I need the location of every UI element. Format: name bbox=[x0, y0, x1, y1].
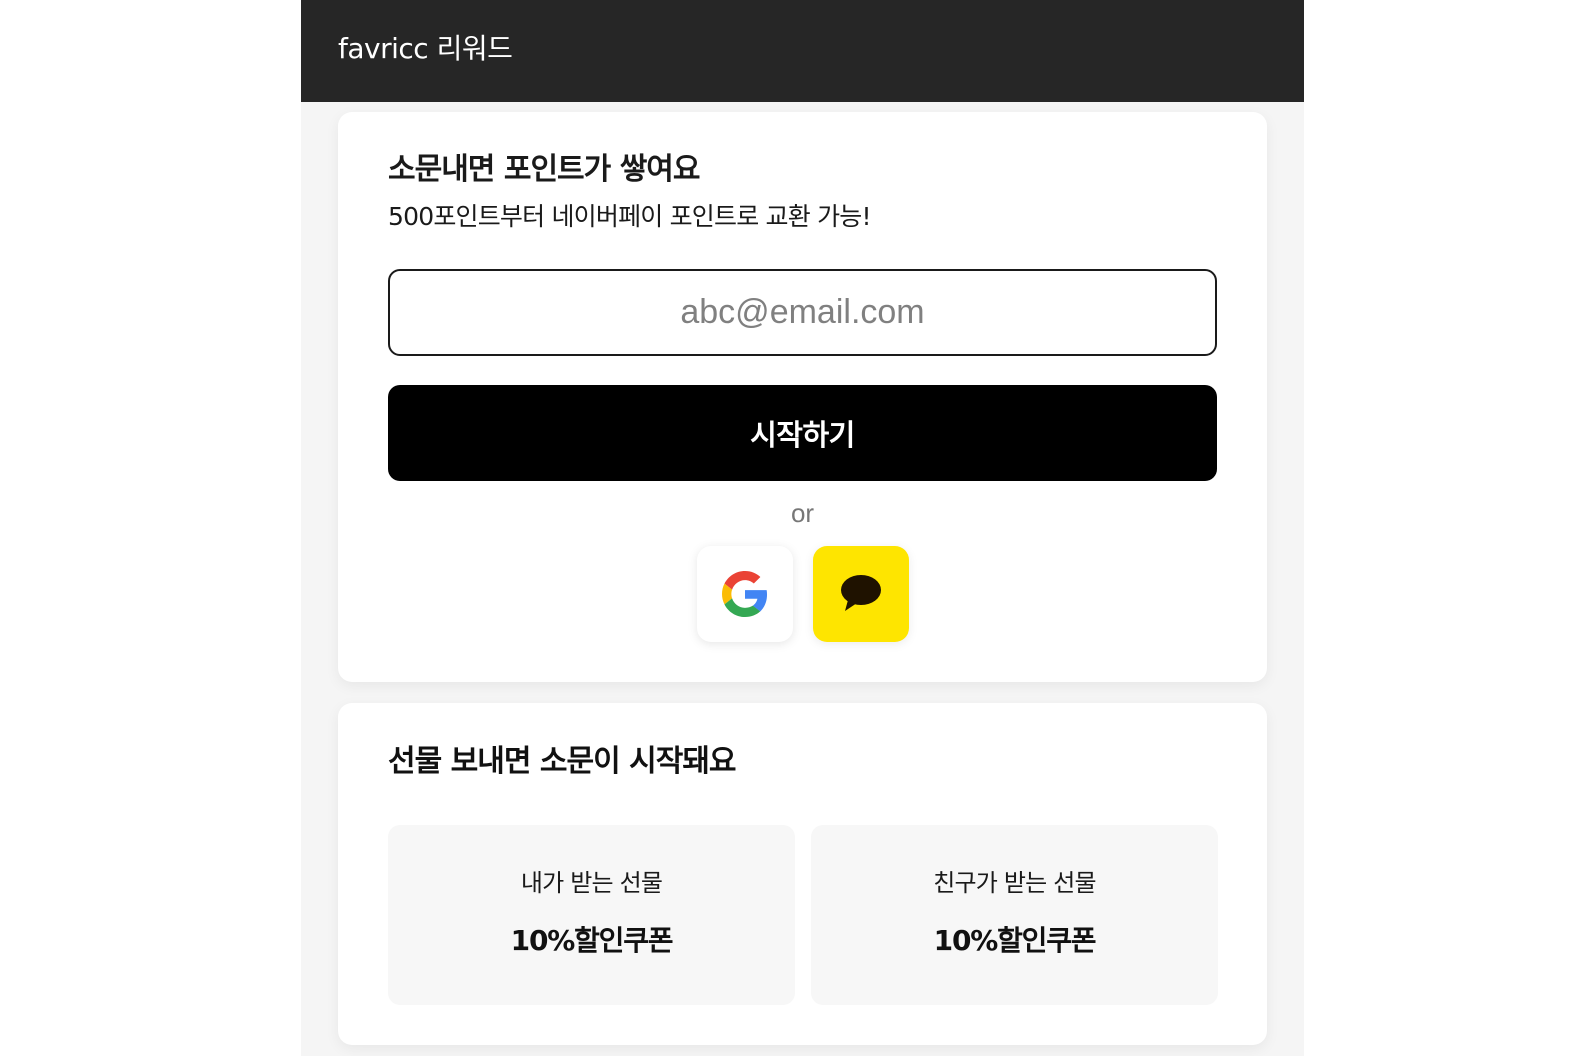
start-button[interactable]: 시작하기 bbox=[388, 385, 1217, 481]
my-gift-label: 내가 받는 선물 bbox=[520, 869, 663, 897]
kakao-chat-bubble-icon bbox=[841, 575, 881, 611]
google-icon bbox=[722, 571, 768, 617]
friend-gift-value: 10%할인쿠폰 bbox=[933, 924, 1097, 957]
email-input[interactable] bbox=[388, 269, 1217, 356]
my-gift-box: 내가 받는 선물 10%할인쿠폰 bbox=[388, 825, 795, 1005]
signup-card: 소문내면 포인트가 쌓여요 500포인트부터 네이버페이 포인트로 교환 가능!… bbox=[338, 112, 1267, 682]
or-divider-text: or bbox=[790, 498, 815, 528]
app-title: favricc 리워드 bbox=[338, 32, 513, 65]
friend-gift-label: 친구가 받는 선물 bbox=[933, 869, 1096, 897]
app-container: favricc 리워드 소문내면 포인트가 쌓여요 500포인트부터 네이버페이… bbox=[301, 0, 1304, 1056]
top-header: favricc 리워드 bbox=[301, 0, 1304, 102]
friend-gift-box: 친구가 받는 선물 10%할인쿠폰 bbox=[811, 825, 1218, 1005]
signup-title: 소문내면 포인트가 쌓여요 bbox=[388, 152, 700, 187]
kakao-login-button[interactable] bbox=[813, 546, 909, 642]
google-login-button[interactable] bbox=[697, 546, 793, 642]
gift-section-title: 선물 보내면 소문이 시작돼요 bbox=[388, 744, 737, 779]
gift-card: 선물 보내면 소문이 시작돼요 내가 받는 선물 10%할인쿠폰 친구가 받는 … bbox=[338, 703, 1267, 1045]
signup-subtitle: 500포인트부터 네이버페이 포인트로 교환 가능! bbox=[388, 202, 872, 231]
my-gift-value: 10%할인쿠폰 bbox=[510, 924, 674, 957]
